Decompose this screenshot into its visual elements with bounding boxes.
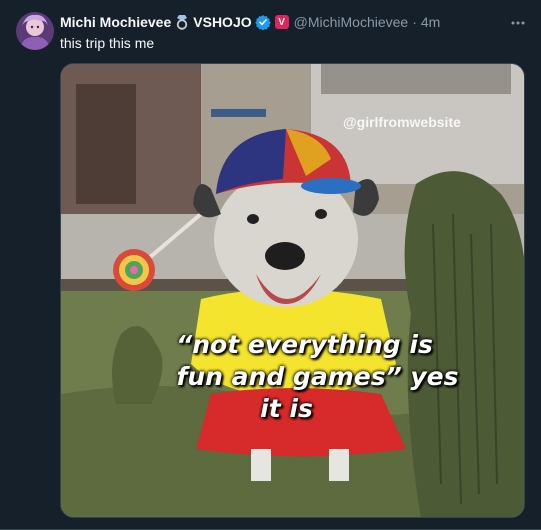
media-watermark: @girlfromwebsite [343, 114, 461, 130]
more-options-icon[interactable] [509, 14, 527, 32]
tweet-media-image[interactable]: @girlfromwebsite “not everything is fun … [60, 63, 525, 518]
caption-line-1: “not everything is [176, 330, 433, 359]
tweet-header: Michi Mochievee VSHOJO V @MichiMochievee… [60, 12, 440, 32]
organization-name[interactable]: VSHOJO [193, 14, 251, 30]
separator-dot: · [412, 14, 417, 30]
ring-icon [175, 14, 189, 30]
user-handle[interactable]: @MichiMochievee [294, 14, 409, 30]
tweet-text: this trip this me [60, 35, 155, 51]
tweet[interactable]: Michi Mochievee VSHOJO V @MichiMochievee… [0, 0, 541, 530]
verified-check-icon [254, 14, 271, 31]
display-name[interactable]: Michi Mochievee [60, 14, 171, 30]
timestamp[interactable]: 4m [421, 14, 440, 30]
caption-line-2: fun and games” yes [176, 362, 459, 391]
caption-line-3: it is [260, 394, 313, 423]
avatar[interactable] [16, 12, 54, 50]
affiliate-badge[interactable]: V [274, 15, 289, 29]
